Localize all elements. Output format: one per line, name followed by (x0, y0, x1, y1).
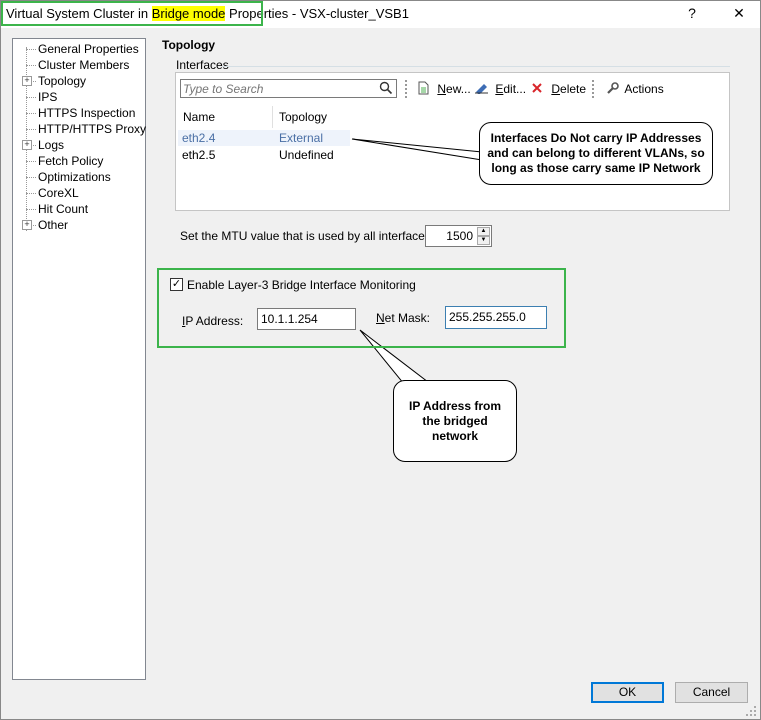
net-mask-field[interactable]: 255.255.255.0 (445, 306, 547, 329)
ip-address-callout: IP Address from the bridged network (393, 380, 517, 462)
mtu-value[interactable]: 1500 (446, 229, 473, 243)
l3-monitoring-checkbox[interactable]: ✓ (170, 278, 183, 291)
interfaces-callout: Interfaces Do Not carry IP Addresses and… (479, 122, 713, 185)
ok-button[interactable]: OK (591, 682, 664, 703)
mtu-label: Set the MTU value that is used by all in… (180, 229, 435, 243)
net-mask-label: Net Mask: (376, 311, 431, 325)
callout-pointers (351, 138, 483, 385)
ip-address-label: IP Address: (182, 314, 244, 328)
mtu-stepper[interactable]: 1500 ▲ ▼ (425, 225, 492, 247)
spin-up-icon[interactable]: ▲ (477, 227, 490, 236)
cancel-button[interactable]: Cancel (675, 682, 748, 703)
ip-address-field[interactable]: 10.1.1.254 (257, 308, 356, 330)
spin-down-icon[interactable]: ▼ (477, 236, 490, 245)
resize-grip-icon[interactable] (745, 705, 757, 717)
l3-monitoring-label[interactable]: Enable Layer-3 Bridge Interface Monitori… (187, 278, 416, 292)
